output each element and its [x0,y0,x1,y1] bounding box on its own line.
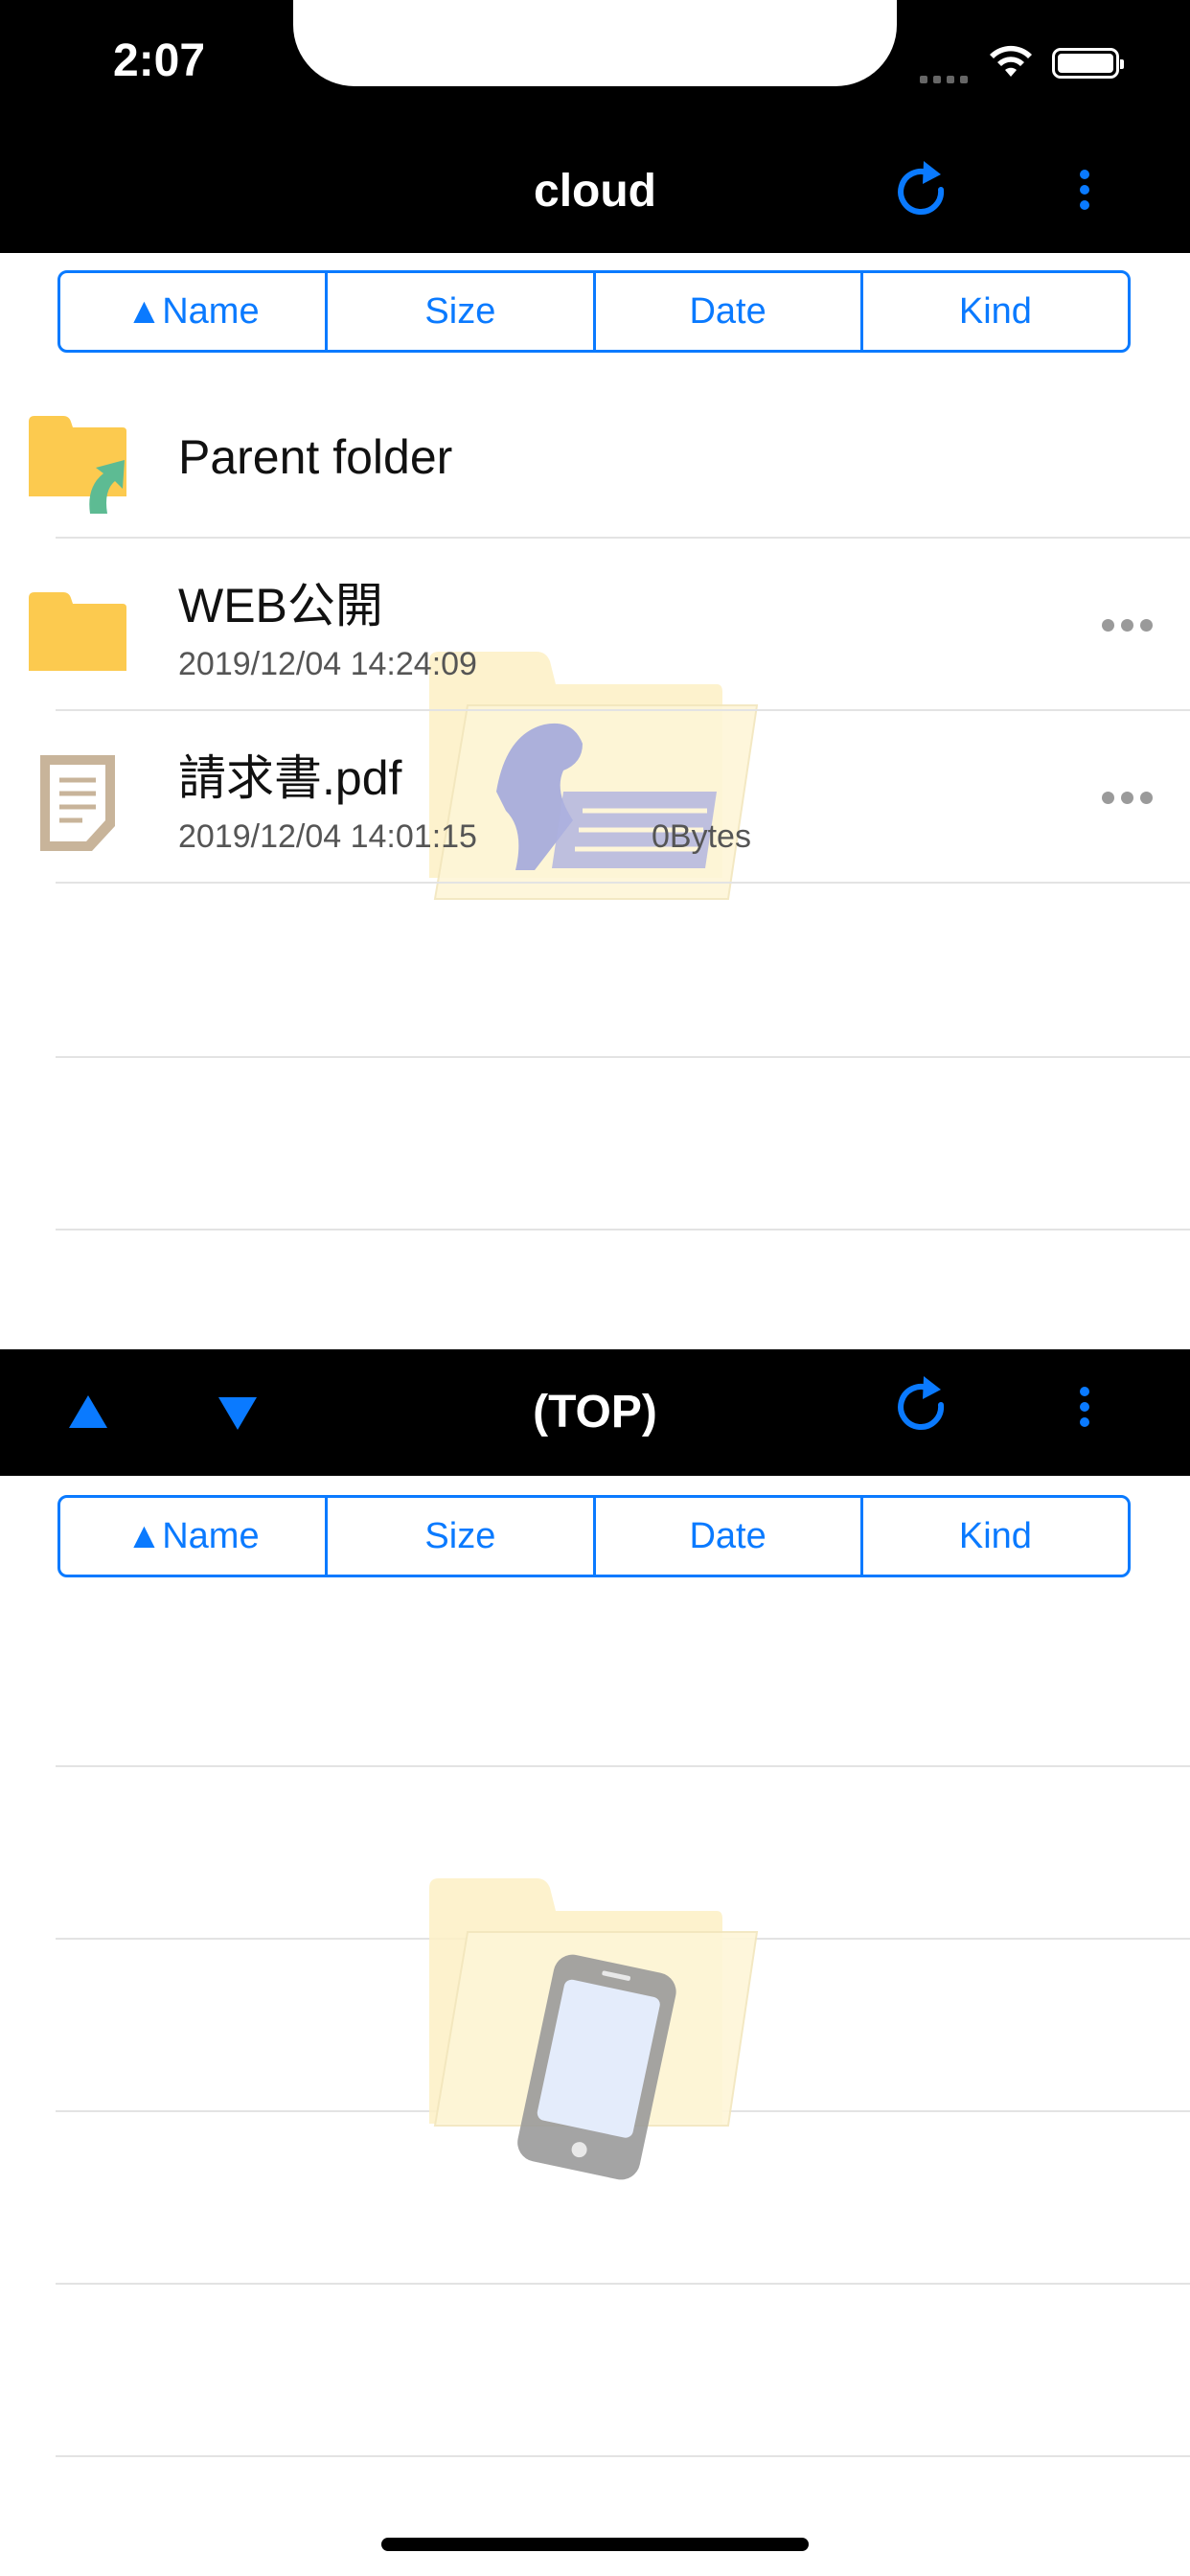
list-item-web-folder[interactable]: WEB公開 2019/12/04 14:24:09 [0,539,1190,711]
sort-name-button[interactable]: ▲Name [60,273,329,350]
file-date: 2019/12/04 14:01:15 [178,818,477,855]
more-vertical-icon[interactable] [1077,165,1092,226]
wifi-icon [990,45,1032,77]
top-sort-bar: ▲Name Size Date Kind [57,270,1131,353]
divider [56,2283,1190,2285]
refresh-icon[interactable] [897,1372,958,1449]
device-watermark-logo [429,1878,759,2180]
sort-date-button[interactable]: Date [596,273,863,350]
divider [56,1056,1190,1058]
bottom-panel-title: (TOP) [533,1387,657,1438]
refresh-icon[interactable] [897,157,958,234]
status-bar: 2:07 [0,0,1190,144]
divider [56,1765,1190,1767]
bottom-sort-bar: ▲Name Size Date Kind [57,1495,1131,1577]
more-vertical-icon[interactable] [1077,1382,1092,1443]
top-toolbar: cloud [0,144,1190,253]
cellular-signal-icon [920,71,973,88]
divider [56,2455,1190,2457]
divider [56,1229,1190,1230]
document-icon [40,755,115,851]
more-options-icon[interactable] [1102,619,1159,636]
bottom-toolbar: (TOP) [0,1349,1190,1476]
file-name: 請求書.pdf [178,751,402,805]
file-name: Parent folder [178,430,453,484]
sort-kind-button[interactable]: Kind [863,1498,1128,1575]
list-item-parent-folder[interactable]: Parent folder [0,366,1190,539]
sort-size-button[interactable]: Size [328,1498,596,1575]
file-date: 2019/12/04 14:24:09 [178,646,477,682]
sort-date-button[interactable]: Date [596,1498,863,1575]
notch [293,0,897,86]
sort-size-button[interactable]: Size [328,273,596,350]
sort-name-button[interactable]: ▲Name [60,1498,329,1575]
file-name: WEB公開 [178,579,383,632]
status-time: 2:07 [113,35,206,86]
more-options-icon[interactable] [1102,792,1159,809]
sort-kind-button[interactable]: Kind [863,273,1128,350]
home-indicator[interactable] [381,2538,809,2551]
parent-folder-icon [29,416,126,514]
folder-icon [29,592,126,671]
battery-icon [1052,48,1124,79]
top-panel-title: cloud [534,166,656,217]
file-size: 0Bytes [652,818,751,855]
list-item-pdf[interactable]: 請求書.pdf 2019/12/04 14:01:15 0Bytes [0,711,1190,884]
